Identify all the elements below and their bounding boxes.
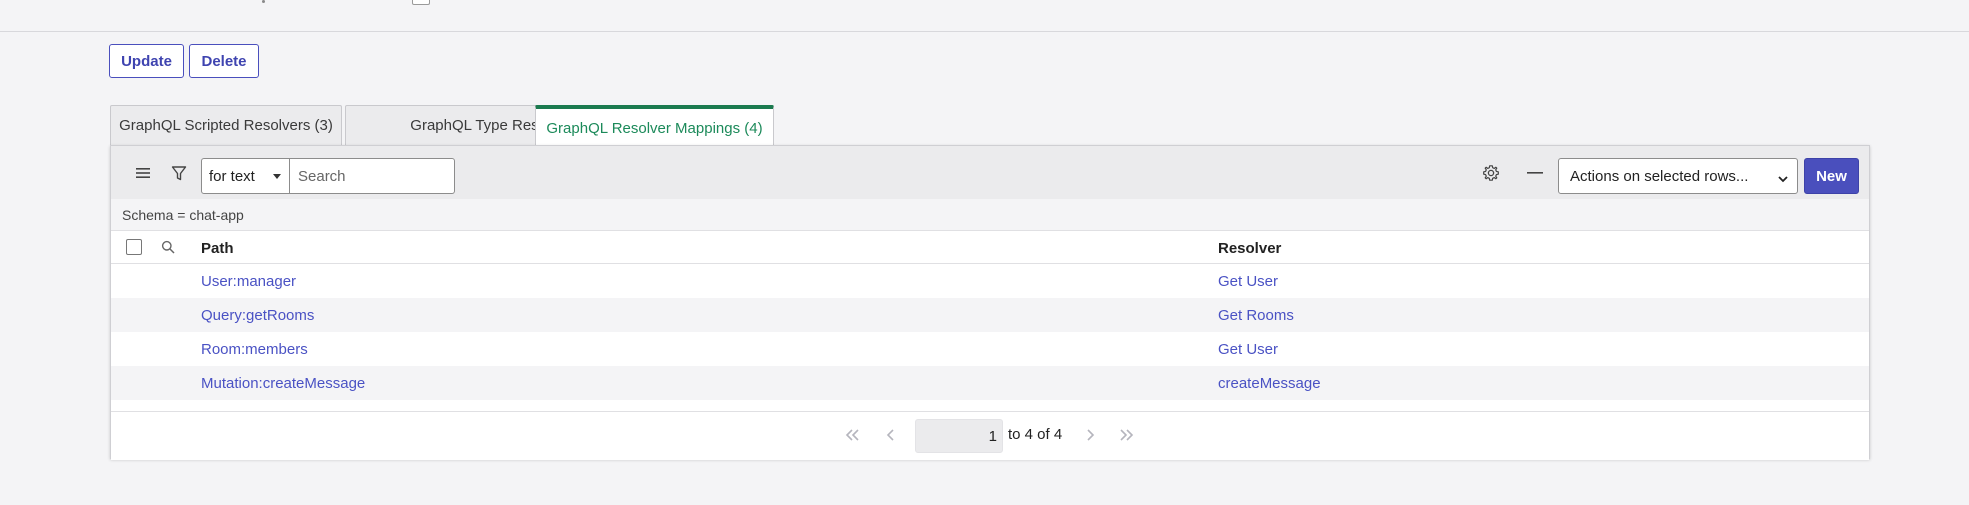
list-toolbar: for text Actions on selected rows... New <box>111 146 1869 199</box>
search-field-select[interactable]: for text <box>201 158 290 194</box>
list-search-input[interactable] <box>290 158 455 194</box>
table-row: User:manager Get User <box>111 264 1869 298</box>
header-divider <box>0 31 1969 32</box>
column-header-path[interactable]: Path <box>201 231 234 265</box>
breadcrumb[interactable]: Schema = chat-app <box>111 199 1869 230</box>
column-header-resolver[interactable]: Resolver <box>1218 231 1281 265</box>
update-button[interactable]: Update <box>109 44 184 78</box>
top-partial-checkbox[interactable] <box>412 0 430 5</box>
actions-select-value: Actions on selected rows... <box>1570 167 1749 185</box>
caret-down-icon <box>273 174 281 179</box>
first-page-icon[interactable] <box>844 426 862 444</box>
path-link[interactable]: Query:getRooms <box>201 298 314 332</box>
filter-icon[interactable] <box>166 160 192 186</box>
path-link[interactable]: Mutation:createMessage <box>201 366 365 400</box>
delete-button[interactable]: Delete <box>189 44 259 78</box>
search-field-select-value: for text <box>209 167 255 185</box>
next-page-icon[interactable] <box>1081 426 1099 444</box>
minus-icon[interactable] <box>1522 160 1548 186</box>
table-row: Mutation:createMessage createMessage <box>111 366 1869 400</box>
tab-resolver-mappings[interactable]: GraphQL Resolver Mappings (4) <box>535 105 774 147</box>
table-row: Room:members Get User <box>111 332 1869 366</box>
actions-select[interactable]: Actions on selected rows... <box>1558 158 1798 194</box>
top-partial-dot <box>262 0 265 3</box>
pagination-bar: to 4 of 4 <box>111 411 1869 460</box>
new-button[interactable]: New <box>1804 158 1859 194</box>
resolver-link[interactable]: Get User <box>1218 332 1278 366</box>
page-range-label: to 4 of 4 <box>1008 426 1063 443</box>
select-all-checkbox[interactable] <box>126 239 142 255</box>
table-row: Query:getRooms Get Rooms <box>111 298 1869 332</box>
prev-page-icon[interactable] <box>882 426 900 444</box>
path-link[interactable]: Room:members <box>201 332 308 366</box>
resolver-link[interactable]: Get User <box>1218 264 1278 298</box>
gear-icon[interactable] <box>1478 160 1504 186</box>
table-body: User:manager Get User Query:getRooms Get… <box>111 264 1869 400</box>
resolver-link[interactable]: createMessage <box>1218 366 1321 400</box>
path-link[interactable]: User:manager <box>201 264 296 298</box>
table-header: Path Resolver <box>111 230 1869 264</box>
last-page-icon[interactable] <box>1117 426 1135 444</box>
tab-scripted-resolvers[interactable]: GraphQL Scripted Resolvers (3) <box>110 105 342 145</box>
breadcrumb-condition[interactable]: Schema = chat-app <box>122 207 244 223</box>
chevron-down-icon <box>1777 171 1789 188</box>
related-list-panel: for text Actions on selected rows... New… <box>110 145 1870 460</box>
search-icon[interactable] <box>161 240 175 259</box>
list-menu-icon[interactable] <box>130 160 156 186</box>
page-number-input[interactable] <box>915 419 1003 453</box>
resolver-link[interactable]: Get Rooms <box>1218 298 1294 332</box>
